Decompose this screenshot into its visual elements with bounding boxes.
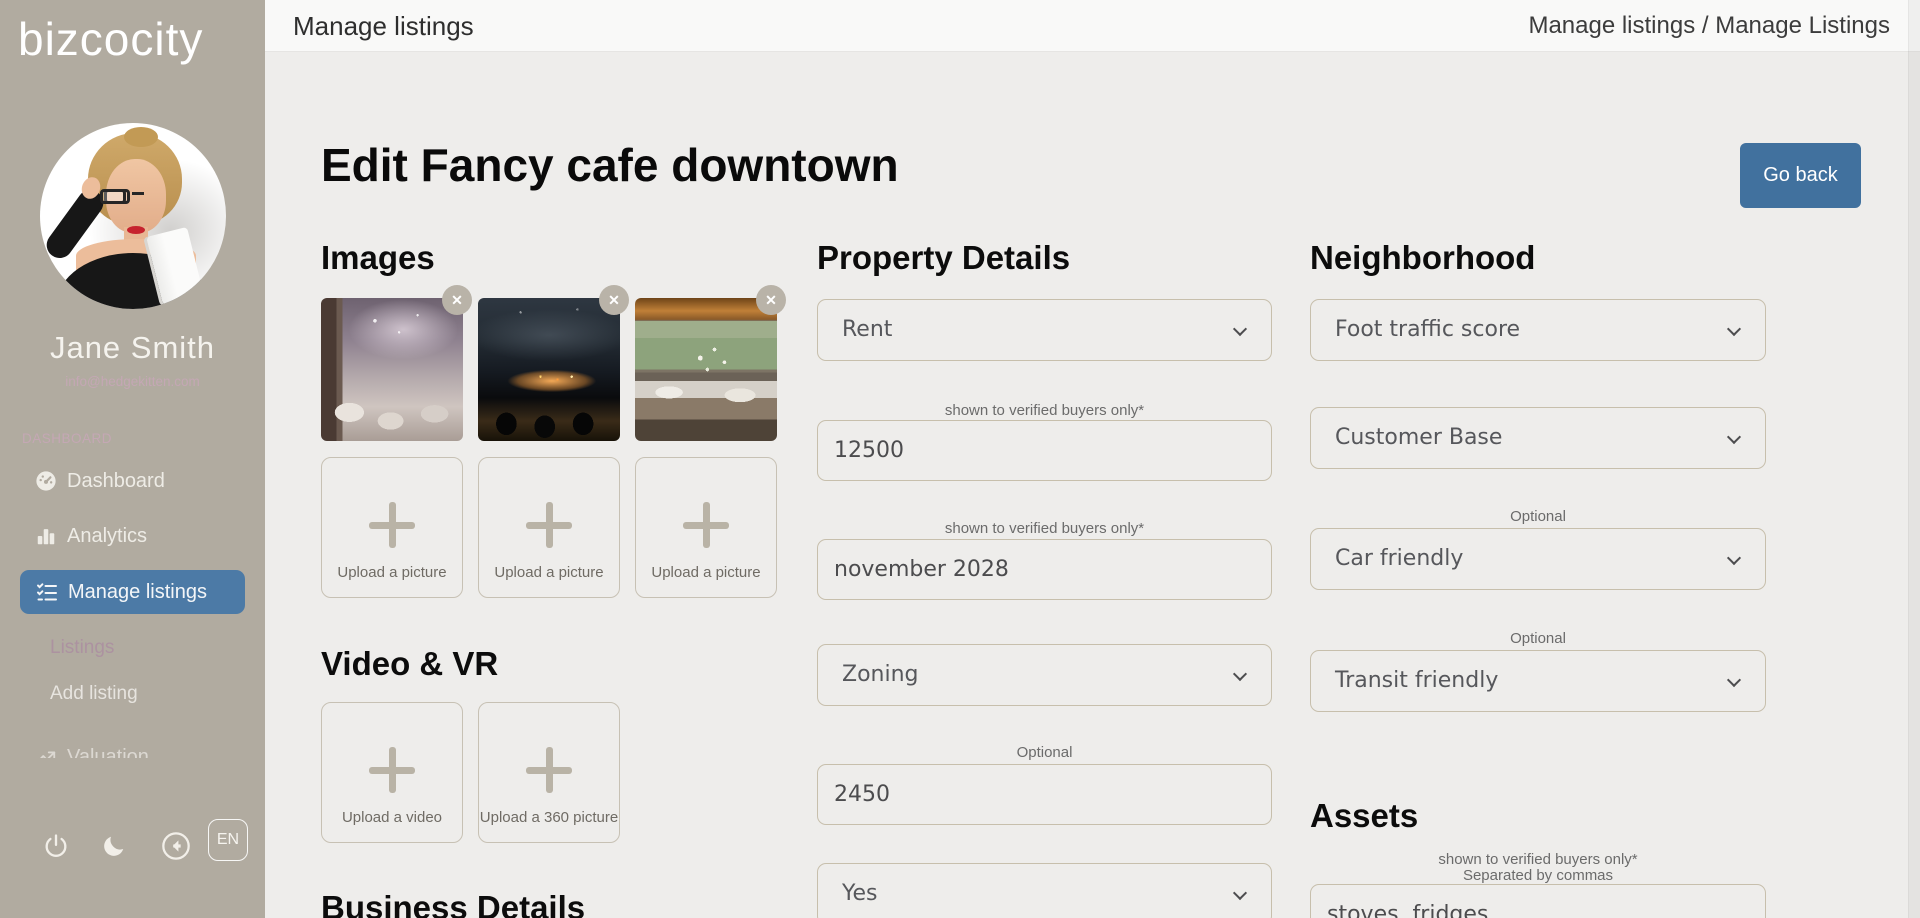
sidebar-item-manage-listings[interactable]: Manage listings (20, 570, 245, 614)
upload-picture-tile[interactable]: Upload a picture (635, 457, 777, 598)
avatar-hair-bun (124, 127, 158, 147)
user-email: info@hedgekitten.com (0, 374, 265, 389)
power-icon[interactable] (42, 832, 70, 860)
sidebar-menu-clip: Valuation (0, 737, 265, 758)
plus-icon (369, 502, 415, 548)
go-back-button[interactable]: Go back (1740, 143, 1861, 208)
plus-icon (369, 747, 415, 793)
upload-label: Upload a picture (636, 564, 776, 581)
page-title: Manage listings (293, 0, 474, 52)
sidebar-item-label: Dashboard (67, 470, 165, 493)
upload-label: Upload a picture (322, 564, 462, 581)
sidebar-item-label: Analytics (67, 525, 147, 548)
upload-video-tile[interactable]: Upload a video (321, 702, 463, 843)
neighborhood-section-title: Neighborhood (1310, 238, 1535, 278)
listing-photo-green-mural (635, 298, 777, 441)
close-icon: ✕ (608, 292, 620, 309)
chevron-down-icon (1233, 322, 1247, 336)
select-value: Zoning (842, 645, 919, 705)
transit-friendly-select[interactable]: Transit friendly (1310, 650, 1766, 712)
zoning-select[interactable]: Zoning (817, 644, 1272, 706)
square-footage-input[interactable] (817, 764, 1272, 825)
images-section-title: Images (321, 238, 435, 278)
listing-photo-dark-bar (478, 298, 620, 441)
page-scrollbar[interactable] (1908, 0, 1920, 918)
sidebar-subitem-listings[interactable]: Listings (50, 628, 114, 668)
verified-buyers-label: shown to verified buyers only* (817, 520, 1272, 537)
content-area: Edit Fancy cafe downtown Go back Images … (265, 52, 1920, 918)
language-toggle[interactable]: EN (208, 819, 248, 861)
chevron-down-icon (1727, 673, 1741, 687)
sidebar-subitem-add-listing[interactable]: Add listing (50, 674, 138, 714)
business-section-title: Business Details (321, 888, 585, 918)
topbar: Manage listings Manage listings / Manage… (265, 0, 1920, 52)
chevron-down-icon (1233, 667, 1247, 681)
select-value: Customer Base (1335, 408, 1502, 468)
sidebar-item-analytics[interactable]: Analytics (0, 514, 265, 558)
trending-up-icon (35, 746, 57, 758)
video-section-title: Video & VR (321, 644, 498, 684)
customer-base-select[interactable]: Customer Base (1310, 407, 1766, 469)
select-value: Yes (842, 864, 878, 918)
sidebar-item-dashboard[interactable]: Dashboard (0, 459, 265, 503)
back-circle-icon[interactable] (160, 830, 192, 862)
select-value: Car friendly (1335, 529, 1463, 589)
plus-icon (526, 747, 572, 793)
upload-picture-tile[interactable]: Upload a picture (478, 457, 620, 598)
chevron-down-icon (1233, 886, 1247, 900)
upload-label: Upload a 360 picture (479, 809, 619, 826)
verified-buyers-label: shown to verified buyers only* (1310, 851, 1766, 868)
remove-image-button[interactable]: ✕ (442, 285, 472, 315)
verified-buyers-label: shown to verified buyers only* (817, 402, 1272, 419)
assets-input[interactable] (1310, 884, 1766, 918)
yes-no-select[interactable]: Yes (817, 863, 1272, 918)
sidebar-section-label: DASHBOARD (22, 431, 112, 446)
close-icon: ✕ (765, 292, 777, 309)
plus-icon (526, 502, 572, 548)
optional-label: Optional (1310, 508, 1766, 525)
avatar-lips (127, 226, 145, 234)
price-input[interactable] (817, 420, 1272, 481)
sidebar-item-valuation[interactable]: Valuation (0, 737, 265, 758)
select-value: Rent (842, 300, 892, 360)
avatar (40, 123, 226, 309)
listing-photo-chandelier (321, 298, 463, 441)
car-friendly-select[interactable]: Car friendly (1310, 528, 1766, 590)
upload-label: Upload a picture (479, 564, 619, 581)
remove-image-button[interactable]: ✕ (599, 285, 629, 315)
optional-label: Optional (817, 744, 1272, 761)
close-icon: ✕ (451, 292, 463, 309)
app-window: bizcocity Jane Smith info@hedgekitten.co… (0, 0, 1920, 918)
sidebar-footer: EN (0, 818, 265, 878)
sidebar: bizcocity Jane Smith info@hedgekitten.co… (0, 0, 265, 918)
property-section-title: Property Details (817, 238, 1070, 278)
select-value: Foot traffic score (1335, 300, 1520, 360)
select-value: Transit friendly (1335, 651, 1498, 711)
upload-picture-tile[interactable]: Upload a picture (321, 457, 463, 598)
bar-chart-icon (35, 525, 57, 547)
edit-listing-heading: Edit Fancy cafe downtown (321, 138, 899, 192)
moon-icon[interactable] (101, 833, 127, 859)
breadcrumb[interactable]: Manage listings / Manage Listings (1528, 0, 1890, 52)
rent-or-sale-select[interactable]: Rent (817, 299, 1272, 361)
remove-image-button[interactable]: ✕ (756, 285, 786, 315)
foot-traffic-select[interactable]: Foot traffic score (1310, 299, 1766, 361)
list-check-icon (35, 580, 59, 604)
lease-date-input[interactable] (817, 539, 1272, 600)
user-name: Jane Smith (0, 330, 265, 366)
chevron-down-icon (1727, 551, 1741, 565)
upload-label: Upload a video (322, 809, 462, 826)
chevron-down-icon (1727, 322, 1741, 336)
optional-label: Optional (1310, 630, 1766, 647)
gauge-icon (35, 470, 57, 492)
plus-icon (683, 502, 729, 548)
chevron-down-icon (1727, 430, 1741, 444)
glasses-icon (100, 189, 176, 205)
separated-by-commas-label: Separated by commas (1310, 867, 1766, 884)
upload-360-picture-tile[interactable]: Upload a 360 picture (478, 702, 620, 843)
assets-section-title: Assets (1310, 796, 1418, 836)
sidebar-item-label: Manage listings (68, 581, 207, 604)
brand-logo: bizcocity (18, 12, 203, 66)
sidebar-item-label: Valuation (67, 746, 149, 759)
